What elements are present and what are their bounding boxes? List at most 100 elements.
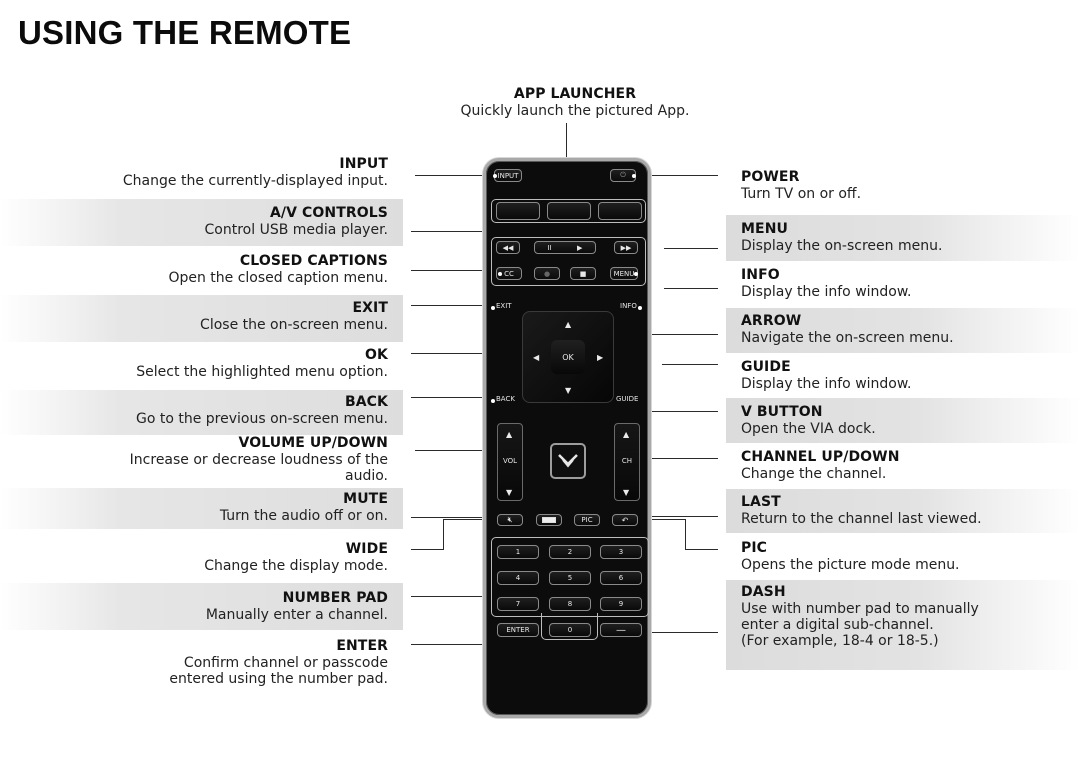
channel-down-icon[interactable]: ▼ (623, 488, 629, 497)
callout-guide: GUIDE Display the info window. (741, 359, 911, 392)
callout-dash: DASH Use with number pad to manually ent… (741, 584, 979, 649)
callout-title: DASH (741, 584, 786, 600)
wide-icon (542, 517, 556, 523)
number-button-5[interactable]: 5 (549, 571, 591, 585)
number-button-3[interactable]: 3 (600, 545, 642, 559)
connector-dot (498, 272, 502, 276)
callout-title: NUMBER PAD (282, 590, 388, 606)
fast-forward-button[interactable]: ▶▶ (614, 241, 638, 254)
enter-button[interactable]: ENTER (497, 623, 539, 637)
callout-title: INPUT (339, 156, 388, 172)
ok-label: OK (562, 352, 574, 362)
callout-description: Open the VIA dock. (741, 421, 876, 437)
down-arrow-icon[interactable]: ▼ (565, 386, 571, 395)
number-button-0[interactable]: 0 (549, 623, 591, 637)
rewind-button[interactable]: ◀◀ (496, 241, 520, 254)
callout-wide: WIDE Change the display mode. (204, 541, 388, 574)
callout-exit: EXIT Close the on-screen menu. (200, 300, 388, 333)
app-launcher-button-2[interactable] (547, 202, 591, 220)
callout-back: BACK Go to the previous on-screen menu. (136, 394, 388, 427)
record-button[interactable]: ● (534, 267, 560, 280)
volume-rocker[interactable]: ▲ VOL ▼ (497, 423, 523, 501)
connector-line (411, 596, 487, 597)
channel-rocker[interactable]: ▲ CH ▼ (614, 423, 640, 501)
arrow-pad[interactable]: ▲ ▼ ◀ ▶ OK (522, 311, 614, 403)
callout-title: LAST (741, 494, 781, 510)
callout-description: Use with number pad to manually (741, 601, 979, 617)
connector-line (411, 231, 485, 232)
callout-channel: CHANNEL UP/DOWN Change the channel. (741, 449, 900, 482)
app-launcher-button-3[interactable] (598, 202, 642, 220)
back-button[interactable]: BACK (496, 395, 515, 403)
callout-description: (For example, 18-4 or 18-5.) (741, 633, 939, 649)
callout-description: Display the info window. (741, 376, 912, 392)
connector-dot (632, 174, 636, 178)
callout-pic: PIC Opens the picture mode menu. (741, 540, 960, 573)
input-button[interactable]: INPUT (494, 169, 522, 182)
connector-line (411, 397, 491, 398)
record-icon: ● (543, 269, 551, 278)
callout-title: MUTE (343, 491, 388, 507)
callout-title: EXIT (352, 300, 388, 316)
connector-dot (493, 174, 497, 178)
number-button-1[interactable]: 1 (497, 545, 539, 559)
callout-title: GUIDE (741, 359, 791, 375)
connector-line (640, 458, 718, 459)
callout-number-pad: NUMBER PAD Manually enter a channel. (206, 590, 388, 623)
stop-button[interactable]: ■ (570, 267, 596, 280)
callout-arrow: ARROW Navigate the on-screen menu. (741, 313, 954, 346)
mute-button[interactable]: 🔇︎ (497, 514, 523, 526)
callout-app-launcher: APP LAUNCHER Quickly launch the pictured… (400, 86, 750, 119)
callout-title: PIC (741, 540, 768, 556)
dash-button[interactable]: — (600, 623, 642, 637)
connector-line (411, 305, 491, 306)
channel-up-icon[interactable]: ▲ (623, 430, 629, 439)
play-icon: ▶ (576, 243, 583, 252)
vizio-v-icon (558, 454, 578, 468)
digit: 0 (567, 626, 573, 634)
callout-power: POWER Turn TV on or off. (741, 169, 861, 202)
volume-down-icon[interactable]: ▼ (506, 488, 512, 497)
v-button[interactable] (550, 443, 586, 479)
ok-button[interactable]: OK (551, 340, 585, 374)
callout-menu: MENU Display the on-screen menu. (741, 221, 942, 254)
callout-title: WIDE (345, 541, 388, 557)
connector-line (640, 516, 718, 517)
number-button-9[interactable]: 9 (600, 597, 642, 611)
info-button[interactable]: INFO (620, 302, 637, 310)
number-button-6[interactable]: 6 (600, 571, 642, 585)
volume-up-icon[interactable]: ▲ (506, 430, 512, 439)
mute-icon: 🔇︎ (507, 515, 513, 524)
last-button[interactable]: ↶ (612, 514, 638, 526)
digit: 5 (567, 574, 573, 582)
number-button-2[interactable]: 2 (549, 545, 591, 559)
play-pause-button[interactable]: II ▶ (534, 241, 596, 254)
connector-dot (634, 272, 638, 276)
number-button-4[interactable]: 4 (497, 571, 539, 585)
left-arrow-icon[interactable]: ◀ (533, 353, 539, 362)
wide-button[interactable] (536, 514, 562, 526)
number-button-8[interactable]: 8 (549, 597, 591, 611)
guide-button[interactable]: GUIDE (616, 395, 638, 403)
callout-ok: OK Select the highlighted menu option. (136, 347, 388, 380)
enter-label: ENTER (506, 626, 530, 634)
page-title: USING THE REMOTE (18, 14, 352, 51)
callout-v-button: V BUTTON Open the VIA dock. (741, 404, 876, 437)
exit-button[interactable]: EXIT (496, 302, 512, 310)
callout-av-controls: A/V CONTROLS Control USB media player. (205, 205, 388, 238)
fast-forward-icon: ▶▶ (620, 243, 632, 252)
callout-description: Quickly launch the pictured App. (460, 103, 690, 119)
last-icon: ↶ (621, 515, 629, 525)
digit: 1 (515, 548, 521, 556)
callout-title: CLOSED CAPTIONS (239, 253, 388, 269)
callout-last: LAST Return to the channel last viewed. (741, 494, 982, 527)
right-arrow-icon[interactable]: ▶ (597, 353, 603, 362)
up-arrow-icon[interactable]: ▲ (565, 320, 571, 329)
pic-button[interactable]: PIC (574, 514, 600, 526)
digit: 2 (567, 548, 573, 556)
callout-description: Go to the previous on-screen menu. (135, 411, 388, 427)
connector-dot (491, 399, 495, 403)
number-button-7[interactable]: 7 (497, 597, 539, 611)
app-launcher-button-1[interactable] (496, 202, 540, 220)
callout-description: enter a digital sub-channel. (741, 617, 934, 633)
